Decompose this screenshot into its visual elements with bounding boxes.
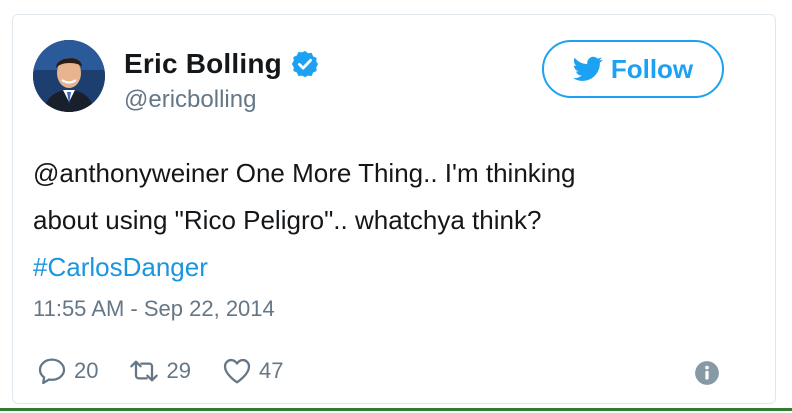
user-handle[interactable]: @ericbolling: [124, 86, 256, 114]
retweet-button[interactable]: 29: [128, 355, 191, 387]
twitter-bird-icon: [572, 56, 603, 81]
verified-badge-icon: [291, 50, 319, 78]
tweet-text-line-2: about using "Rico Peligro".. whatchya th…: [33, 205, 542, 235]
tweet-text-line-1: @anthonyweiner One More Thing.. I'm thin…: [33, 158, 576, 188]
follow-label: Follow: [610, 53, 694, 84]
retweet-icon: [130, 360, 159, 382]
tweet-timestamp[interactable]: 11:55 AM - Sep 22, 2014: [33, 296, 275, 322]
tweet-text: @anthonyweiner One More Thing.. I'm thin…: [33, 150, 733, 291]
reply-icon: [38, 358, 66, 385]
reply-button[interactable]: 20: [36, 355, 98, 387]
heart-icon: [223, 358, 251, 384]
display-name[interactable]: Eric Bolling: [124, 48, 282, 80]
retweet-count: 29: [166, 358, 191, 383]
bottom-border: [0, 408, 792, 411]
tweet-actions: 20 29 47: [36, 355, 313, 387]
like-count: 47: [258, 358, 284, 383]
like-button[interactable]: 47: [221, 355, 283, 387]
avatar[interactable]: [33, 40, 105, 112]
reply-count: 20: [74, 358, 99, 383]
avatar-image: [33, 40, 105, 112]
name-row: Eric Bolling: [124, 48, 320, 80]
follow-button[interactable]: Follow: [542, 40, 724, 98]
hashtag-link[interactable]: #CarlosDanger: [33, 244, 733, 291]
info-icon[interactable]: [694, 360, 720, 386]
